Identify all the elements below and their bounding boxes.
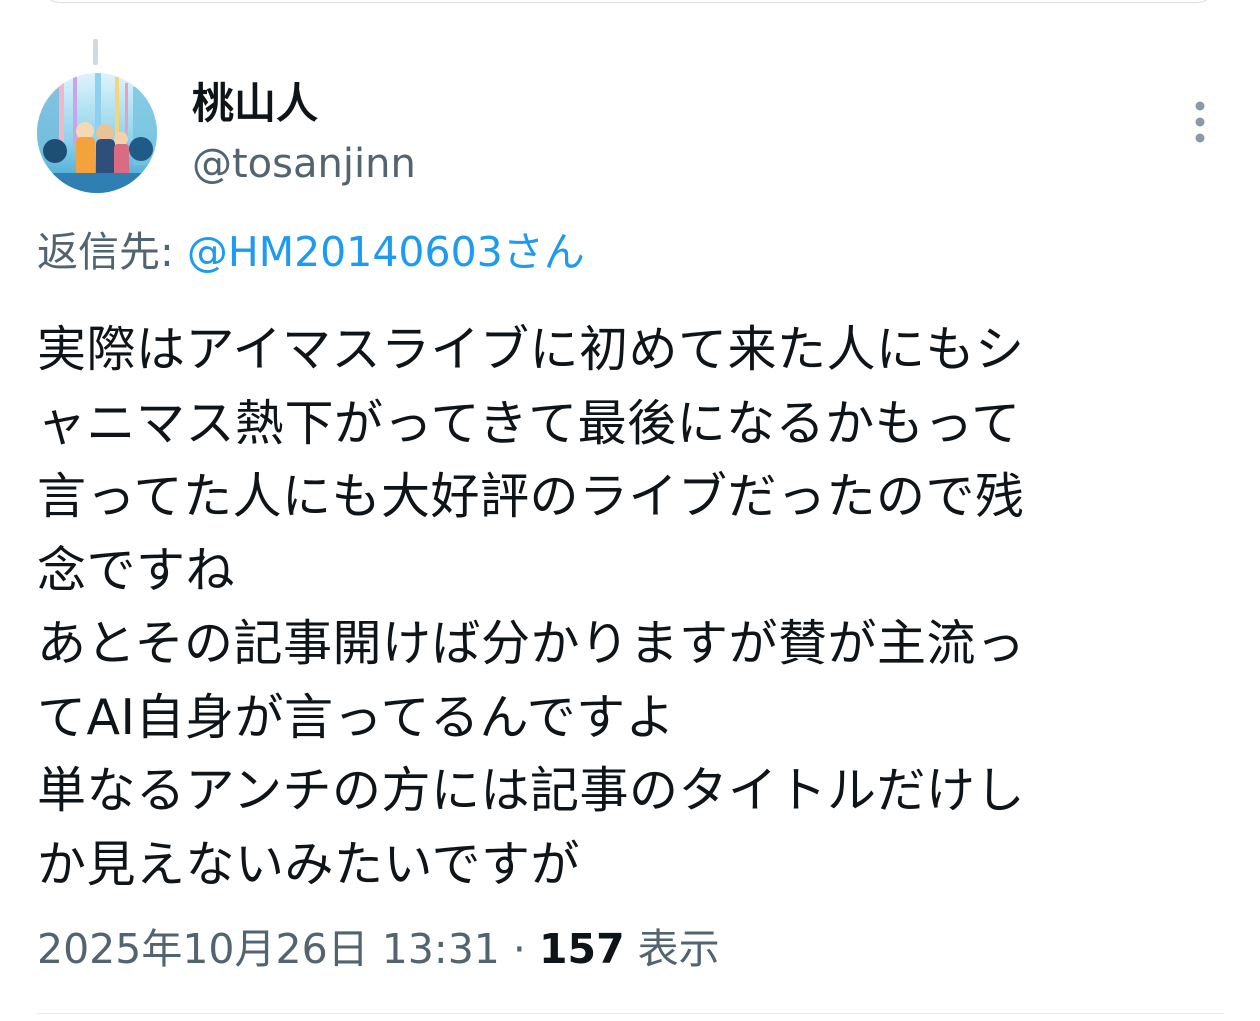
tweet-text-line: 言ってた人にも大好評のライブだったので残 [37,468,1025,525]
thread-connector-line [93,39,98,65]
tweet-meta: 2025年10月26日 13:31 · 157 表示 [37,920,720,978]
tweet-text-line: 実際はアイマスライブに初めて来た人にもシ [37,321,1025,378]
more-vertical-icon[interactable] [1186,99,1214,145]
tweet-text-line: てAI自身が言ってるんですよ [37,688,676,746]
tweet-text-line: 念ですね [37,541,236,599]
reply-prefix: 返信先: [37,228,174,276]
divider [37,1013,1224,1014]
timestamp-link[interactable]: 2025年10月26日 13:31 [37,925,500,973]
views-label: 表示 [637,925,720,973]
author-handle[interactable]: @tosanjinn [192,136,416,192]
previous-tweet-card-edge [40,0,1217,3]
views-count: 157 [539,925,625,973]
avatar[interactable] [37,73,157,193]
reply-context: 返信先: @HM20140603さん [37,224,585,280]
tweet-text-line: ャニマス熱下がってきて最後になるかもって [37,394,1021,452]
tweet-text-line: 単なるアンチの方には記事のタイトルだけし [37,762,1026,819]
author-display-name[interactable]: 桃山人 [192,76,318,132]
reply-mention-link[interactable]: @HM20140603さん [187,228,585,276]
tweet-text: 実際はアイマスライブに初めて来た人にもシ ャニマス熱下がってきて最後になるかもっ… [37,313,1212,901]
meta-separator: · [512,925,526,973]
tweet-text-line: か見えないみたいですが [37,835,581,893]
tweet-text-line: あとその記事開けば分かりますが賛が主流っ [37,615,1026,672]
